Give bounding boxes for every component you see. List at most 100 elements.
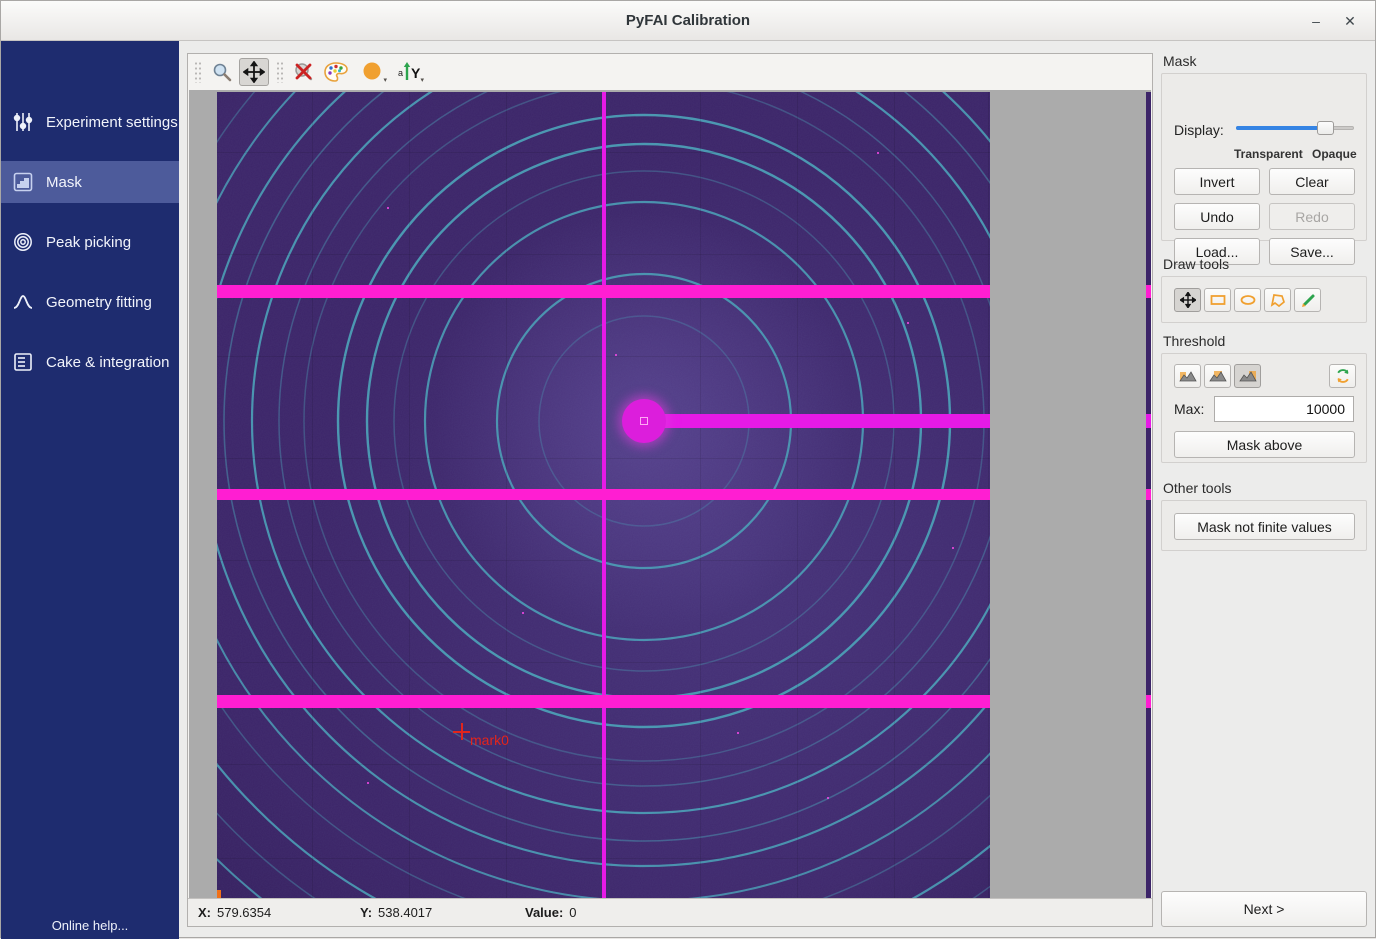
redo-button[interactable]: Redo: [1269, 203, 1355, 230]
polygon-icon: [1270, 293, 1286, 308]
toolbar-grip[interactable]: [276, 61, 284, 83]
mask-above-button[interactable]: Mask above: [1174, 431, 1355, 458]
mask-horizontal-band: [217, 285, 990, 298]
mask-beamstop-arm: [644, 414, 990, 428]
svg-text:a: a: [398, 68, 403, 78]
status-x: X: 579.6354: [198, 905, 271, 920]
status-x-value: 579.6354: [217, 905, 271, 920]
online-help-link[interactable]: Online help...: [1, 918, 179, 933]
slider-fill: [1236, 126, 1319, 130]
zoom-mode-button[interactable]: [207, 58, 237, 86]
toolbar-grip[interactable]: [194, 61, 202, 83]
mask-opacity-slider[interactable]: [1236, 120, 1354, 136]
mask-above-tool-button[interactable]: [1234, 364, 1261, 388]
other-tools-title: Other tools: [1163, 480, 1231, 496]
threshold-refresh-button[interactable]: [1329, 364, 1356, 388]
draw-tools-groupbox: [1161, 276, 1367, 323]
image-edge-sliver: [1146, 92, 1151, 900]
minimize-button[interactable]: –: [1303, 9, 1329, 33]
colormap-button[interactable]: [321, 58, 351, 86]
status-value: Value: 0: [525, 905, 577, 920]
threshold-groupbox: Max: Mask above: [1161, 353, 1367, 463]
magnifier-icon: [211, 61, 233, 83]
transparent-label: Transparent: [1234, 147, 1303, 161]
status-value-value: 0: [569, 905, 576, 920]
mask-not-finite-button[interactable]: Mask not finite values: [1174, 513, 1355, 540]
hot-pixel: [522, 612, 524, 614]
hot-pixel: [877, 152, 879, 154]
invert-button[interactable]: Invert: [1174, 168, 1260, 195]
mask-icon: [12, 171, 34, 193]
draw-rectangle-button[interactable]: [1204, 288, 1231, 312]
plot-toolbar: ▾ a Y ▾: [188, 54, 1152, 90]
histogram-between-icon: [1209, 369, 1227, 383]
aspect-ratio-button[interactable]: ▾: [358, 58, 388, 86]
mask-below-button[interactable]: [1174, 364, 1201, 388]
hot-pixel: [615, 354, 617, 356]
draw-polygon-button[interactable]: [1264, 288, 1291, 312]
beam-center-marker: [640, 417, 648, 425]
y-axis-orientation-button[interactable]: a Y ▾: [395, 58, 425, 86]
sidebar-item-mask[interactable]: Mask: [1, 161, 179, 203]
window-title: PyFAI Calibration: [1, 12, 1375, 29]
hot-pixel: [952, 547, 954, 549]
undo-button[interactable]: Undo: [1174, 203, 1260, 230]
titlebar: PyFAI Calibration – ✕: [1, 1, 1375, 41]
diffraction-image[interactable]: mark0: [217, 92, 990, 900]
sidebar-item-label: Peak picking: [46, 234, 131, 251]
draw-pencil-button[interactable]: [1294, 288, 1321, 312]
draw-ellipse-button[interactable]: [1234, 288, 1261, 312]
status-y: Y:538.4017: [360, 905, 432, 920]
sliders-icon: [12, 111, 34, 133]
hot-pixel: [737, 732, 739, 734]
refresh-icon: [1335, 368, 1351, 384]
statusbar: X: 579.6354 Y:538.4017 Value: 0: [188, 898, 1152, 926]
pan-mode-button[interactable]: [239, 58, 269, 86]
mask-horizontal-band: [217, 489, 990, 500]
histogram-above-icon: [1239, 369, 1257, 383]
target-rings-icon: [12, 231, 34, 253]
plot-canvas[interactable]: mark0: [189, 90, 1151, 900]
clear-button[interactable]: Clear: [1269, 168, 1355, 195]
mask-between-button[interactable]: [1204, 364, 1231, 388]
sidebar-item-geometry-fitting[interactable]: Geometry fitting: [1, 281, 179, 323]
mask-groupbox: Display: Transparent Opaque Invert Clear…: [1161, 73, 1367, 241]
hot-pixel: [827, 797, 829, 799]
max-threshold-input[interactable]: [1214, 396, 1354, 422]
sidebar-item-label: Mask: [46, 174, 82, 191]
display-label: Display:: [1174, 122, 1224, 138]
mask-band-sliver: [1146, 285, 1151, 298]
pan-arrows-icon: [1180, 292, 1196, 308]
opaque-label: Opaque: [1312, 147, 1357, 161]
sidebar: Experiment settings Mask Peak picking Ge…: [1, 41, 179, 939]
sidebar-item-peak-picking[interactable]: Peak picking: [1, 221, 179, 263]
mask-horizontal-band: [217, 695, 990, 708]
orange-circle-icon: [361, 60, 385, 84]
hot-pixel: [387, 207, 389, 209]
histogram-below-icon: [1179, 369, 1197, 383]
status-y-label: Y:: [360, 905, 372, 920]
plot-panel: ▾ a Y ▾: [187, 53, 1153, 927]
sidebar-item-cake-integration[interactable]: Cake & integration: [1, 341, 179, 383]
save-button[interactable]: Save...: [1269, 238, 1355, 265]
sidebar-item-label: Cake & integration: [46, 354, 169, 371]
close-button[interactable]: ✕: [1337, 9, 1363, 33]
draw-pan-button[interactable]: [1174, 288, 1201, 312]
app-window: PyFAI Calibration – ✕ Experiment setting…: [0, 0, 1376, 938]
reset-zoom-button[interactable]: [289, 58, 319, 86]
pan-arrows-icon: [243, 61, 265, 83]
status-value-label: Value:: [525, 905, 563, 920]
next-button[interactable]: Next >: [1161, 891, 1367, 927]
peak-curve-icon: [12, 291, 34, 313]
sidebar-item-label: Geometry fitting: [46, 294, 152, 311]
slider-handle[interactable]: [1317, 121, 1334, 135]
mask-band-sliver: [1146, 489, 1151, 500]
red-cross-magnifier-icon: [292, 60, 316, 84]
mask-group-title: Mask: [1163, 53, 1196, 69]
peak-marker-cross: [453, 723, 470, 740]
sidebar-item-experiment-settings[interactable]: Experiment settings: [1, 101, 179, 143]
integration-lines-icon: [12, 351, 34, 373]
pencil-icon: [1300, 293, 1316, 308]
hot-pixel: [367, 782, 369, 784]
status-x-label: X:: [198, 905, 211, 920]
